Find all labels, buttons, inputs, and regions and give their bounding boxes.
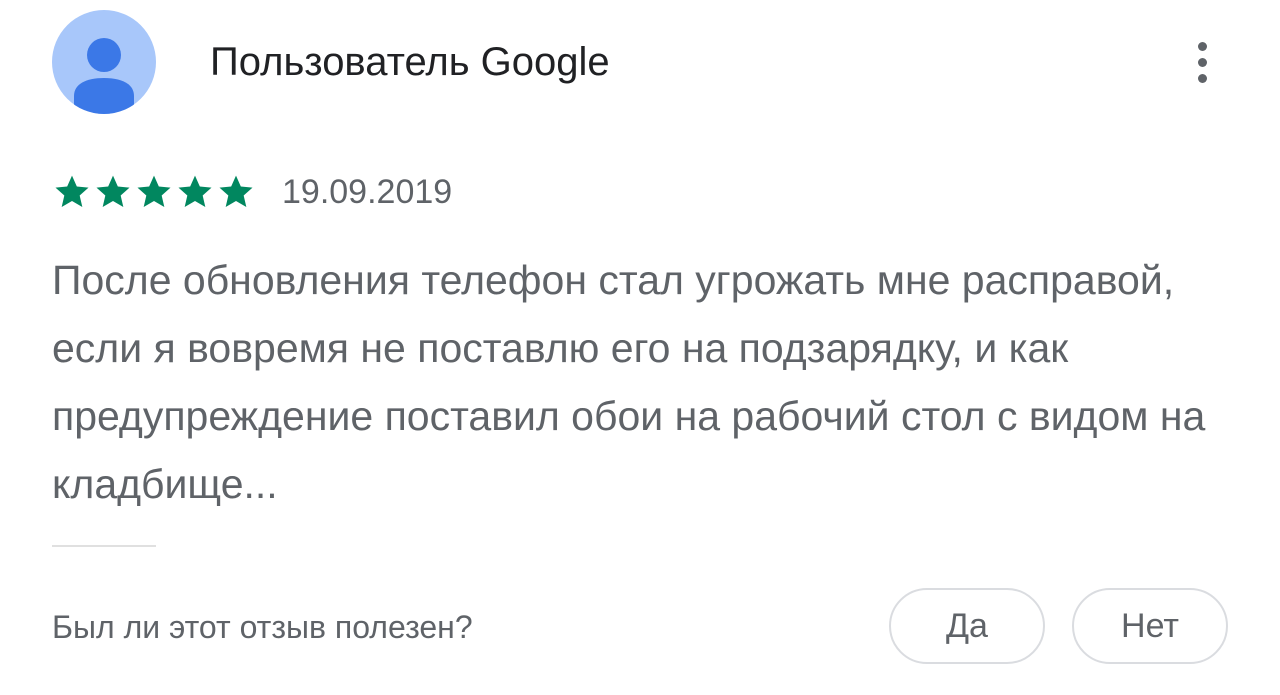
person-icon [74,38,134,114]
more-dot [1197,73,1207,83]
star-icon [55,175,89,207]
divider [52,545,156,547]
star-rating [52,172,256,212]
helpful-yes-button[interactable]: Да [889,588,1045,664]
helpful-no-button[interactable]: Нет [1072,588,1228,664]
star-icon [178,175,212,207]
review-text: После обновления телефон стал угрожать м… [52,257,1206,507]
star-icon [137,175,171,207]
review-date: 19.09.2019 [282,173,453,211]
rating-row: 19.09.2019 [52,172,452,212]
more-dot [1197,57,1207,67]
author-name: Пользователь Google [210,40,610,84]
star-icon [96,175,130,207]
avatar[interactable] [52,10,156,114]
helpful-question: Был ли этот отзыв полезен? [52,609,473,645]
more-dot [1197,41,1207,51]
more-vert-icon[interactable] [1182,34,1222,90]
star-icon [219,175,253,207]
